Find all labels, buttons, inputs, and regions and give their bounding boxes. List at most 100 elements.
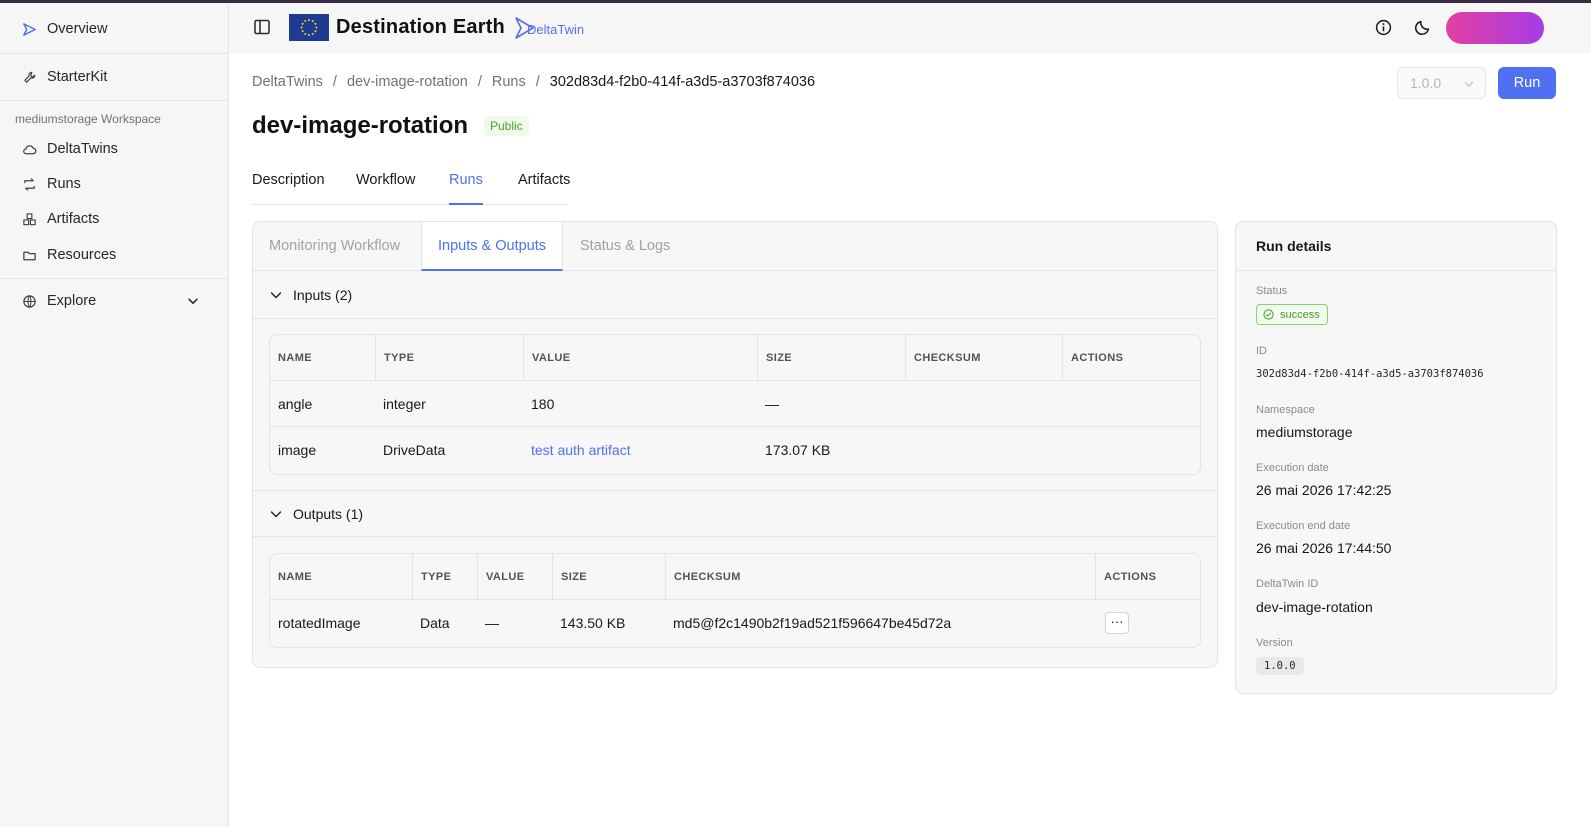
version-select[interactable]: 1.0.0 xyxy=(1397,67,1486,99)
sidebar-item-label: Artifacts xyxy=(47,211,100,227)
cell-type: integer xyxy=(383,396,426,412)
tab-workflow[interactable]: Workflow xyxy=(356,172,415,205)
run-details-card: Run details Status success ID 302d83d4-f… xyxy=(1235,221,1557,694)
deltatwin-id-value: dev-image-rotation xyxy=(1256,599,1373,615)
tab-runs[interactable]: Runs xyxy=(449,172,483,205)
cell-value: 180 xyxy=(531,396,555,412)
chevron-down-icon xyxy=(1464,81,1474,87)
inputs-heading: Inputs (2) xyxy=(293,287,353,303)
execution-end-date-value: 26 mai 2026 17:44:50 xyxy=(1256,540,1392,556)
sidebar-item-label: Runs xyxy=(47,176,81,192)
status-badge: success xyxy=(1256,304,1328,325)
page-title: dev-image-rotation xyxy=(252,112,469,139)
id-label: ID xyxy=(1256,345,1267,357)
cell-checksum: md5@f2c1490b2f19ad521f596647be45d72a xyxy=(673,615,952,631)
chevron-down-icon xyxy=(270,292,282,299)
version-label: Version xyxy=(1256,637,1293,649)
breadcrumb-deltatwins[interactable]: DeltaTwins xyxy=(252,74,323,90)
sidebar-item-runs[interactable]: Runs xyxy=(22,176,81,192)
top-header: Destination Earth DeltaTwin xyxy=(229,3,1591,53)
user-menu-button[interactable] xyxy=(1446,12,1544,44)
cell-checksum xyxy=(905,381,913,427)
execution-date-label: Execution date xyxy=(1256,462,1329,474)
cell-size: 143.50 KB xyxy=(560,615,626,631)
deltatwin-logo-text: DeltaTwin xyxy=(527,22,585,37)
run-subtabs: Monitoring Workflow Inputs & Outputs Sta… xyxy=(253,222,1217,271)
column-header: ACTIONS xyxy=(1062,335,1200,381)
sidebar-item-artifacts[interactable]: Artifacts xyxy=(22,211,99,227)
check-circle-icon xyxy=(1263,309,1274,320)
cell-name: rotatedImage xyxy=(278,615,361,631)
status-label: Status xyxy=(1256,285,1288,297)
sidebar: Overview StarterKit mediumstorage Worksp… xyxy=(0,3,229,827)
table-header: NAME TYPE VALUE SIZE CHECKSUM ACTIONS xyxy=(270,335,1200,381)
column-header: TYPE xyxy=(412,554,477,600)
main-tabs: Description Workflow Runs Artifacts xyxy=(252,172,570,205)
deltatwin-id-label: DeltaTwin ID xyxy=(1256,578,1319,590)
table-row: rotatedImage Data — 143.50 KB md5@f2c149… xyxy=(270,600,1200,646)
sidebar-divider xyxy=(0,278,229,279)
execution-end-date-label: Execution end date xyxy=(1256,520,1351,532)
cell-size: — xyxy=(765,396,779,412)
sidebar-item-overview[interactable]: Overview xyxy=(22,21,107,37)
breadcrumb-deltatwin[interactable]: dev-image-rotation xyxy=(347,74,468,90)
breadcrumb-runs[interactable]: Runs xyxy=(492,74,526,90)
sidebar-item-label: Explore xyxy=(47,293,97,309)
sidebar-item-starterkit[interactable]: StarterKit xyxy=(22,69,107,85)
subtab-status-logs[interactable]: Status & Logs xyxy=(564,222,686,271)
folder-icon xyxy=(23,251,36,260)
column-header: SIZE xyxy=(552,554,665,600)
artifact-link[interactable]: test auth artifact xyxy=(523,427,631,473)
sidebar-toggle-icon[interactable] xyxy=(253,18,271,36)
moon-icon[interactable] xyxy=(1414,19,1431,36)
namespace-value: mediumstorage xyxy=(1256,424,1353,440)
workspace-label: mediumstorage Workspace xyxy=(15,112,161,126)
chevron-down-icon xyxy=(270,511,282,518)
table-header: NAME TYPE VALUE SIZE CHECKSUM ACTIONS xyxy=(270,554,1200,600)
execution-date-value: 26 mai 2026 17:42:25 xyxy=(1256,482,1392,498)
breadcrumb-separator: / xyxy=(535,74,540,90)
version-select-value: 1.0.0 xyxy=(1410,75,1442,91)
column-header: VALUE xyxy=(477,554,552,600)
sidebar-item-resources[interactable]: Resources xyxy=(22,247,116,263)
breadcrumb-current: 302d83d4-f2b0-414f-a3d5-a3703f874036 xyxy=(549,74,816,90)
sidebar-divider xyxy=(0,53,229,54)
cloud-icon xyxy=(23,144,37,154)
row-actions-button[interactable]: ··· xyxy=(1105,612,1129,634)
column-header: ACTIONS xyxy=(1095,554,1200,600)
tab-artifacts[interactable]: Artifacts xyxy=(518,172,570,205)
inputs-table: NAME TYPE VALUE SIZE CHECKSUM ACTIONS an… xyxy=(269,334,1201,475)
run-button[interactable]: Run xyxy=(1498,67,1556,99)
sidebar-item-explore[interactable]: Explore xyxy=(22,293,96,309)
sidebar-divider xyxy=(0,100,229,101)
table-row: image DriveData test auth artifact 173.0… xyxy=(270,427,1200,473)
wrench-icon xyxy=(24,71,36,83)
cell-type: Data xyxy=(420,615,450,631)
column-header: VALUE xyxy=(523,335,757,381)
column-header: CHECKSUM xyxy=(665,554,1095,600)
tab-description[interactable]: Description xyxy=(252,172,325,205)
breadcrumb: DeltaTwins / dev-image-rotation / Runs /… xyxy=(252,74,815,90)
column-header: SIZE xyxy=(757,335,905,381)
outputs-table: NAME TYPE VALUE SIZE CHECKSUM ACTIONS ro… xyxy=(269,553,1201,648)
subtab-inputs-outputs[interactable]: Inputs & Outputs xyxy=(421,222,564,271)
inputs-section-toggle[interactable]: Inputs (2) xyxy=(253,272,1217,318)
status-value: success xyxy=(1280,308,1320,321)
sidebar-item-label: DeltaTwins xyxy=(47,141,118,157)
table-row: angle integer 180 — xyxy=(270,381,1200,427)
repeat-icon xyxy=(24,177,35,191)
outputs-section-toggle[interactable]: Outputs (1) xyxy=(253,491,1217,537)
chevron-down-icon[interactable] xyxy=(186,294,200,308)
cell-name: image xyxy=(278,442,317,458)
deltatwin-logo-icon xyxy=(23,22,36,36)
version-value: 1.0.0 xyxy=(1256,657,1304,675)
subtab-monitoring-workflow[interactable]: Monitoring Workflow xyxy=(253,222,416,271)
column-header: TYPE xyxy=(375,335,523,381)
sidebar-item-label: Resources xyxy=(47,247,117,263)
info-icon[interactable] xyxy=(1375,19,1392,36)
brand-title: Destination Earth xyxy=(336,16,505,38)
sidebar-item-deltatwins[interactable]: DeltaTwins xyxy=(22,141,118,157)
outputs-heading: Outputs (1) xyxy=(293,506,364,522)
run-panel: Monitoring Workflow Inputs & Outputs Sta… xyxy=(252,221,1218,668)
section-divider xyxy=(253,536,1217,537)
